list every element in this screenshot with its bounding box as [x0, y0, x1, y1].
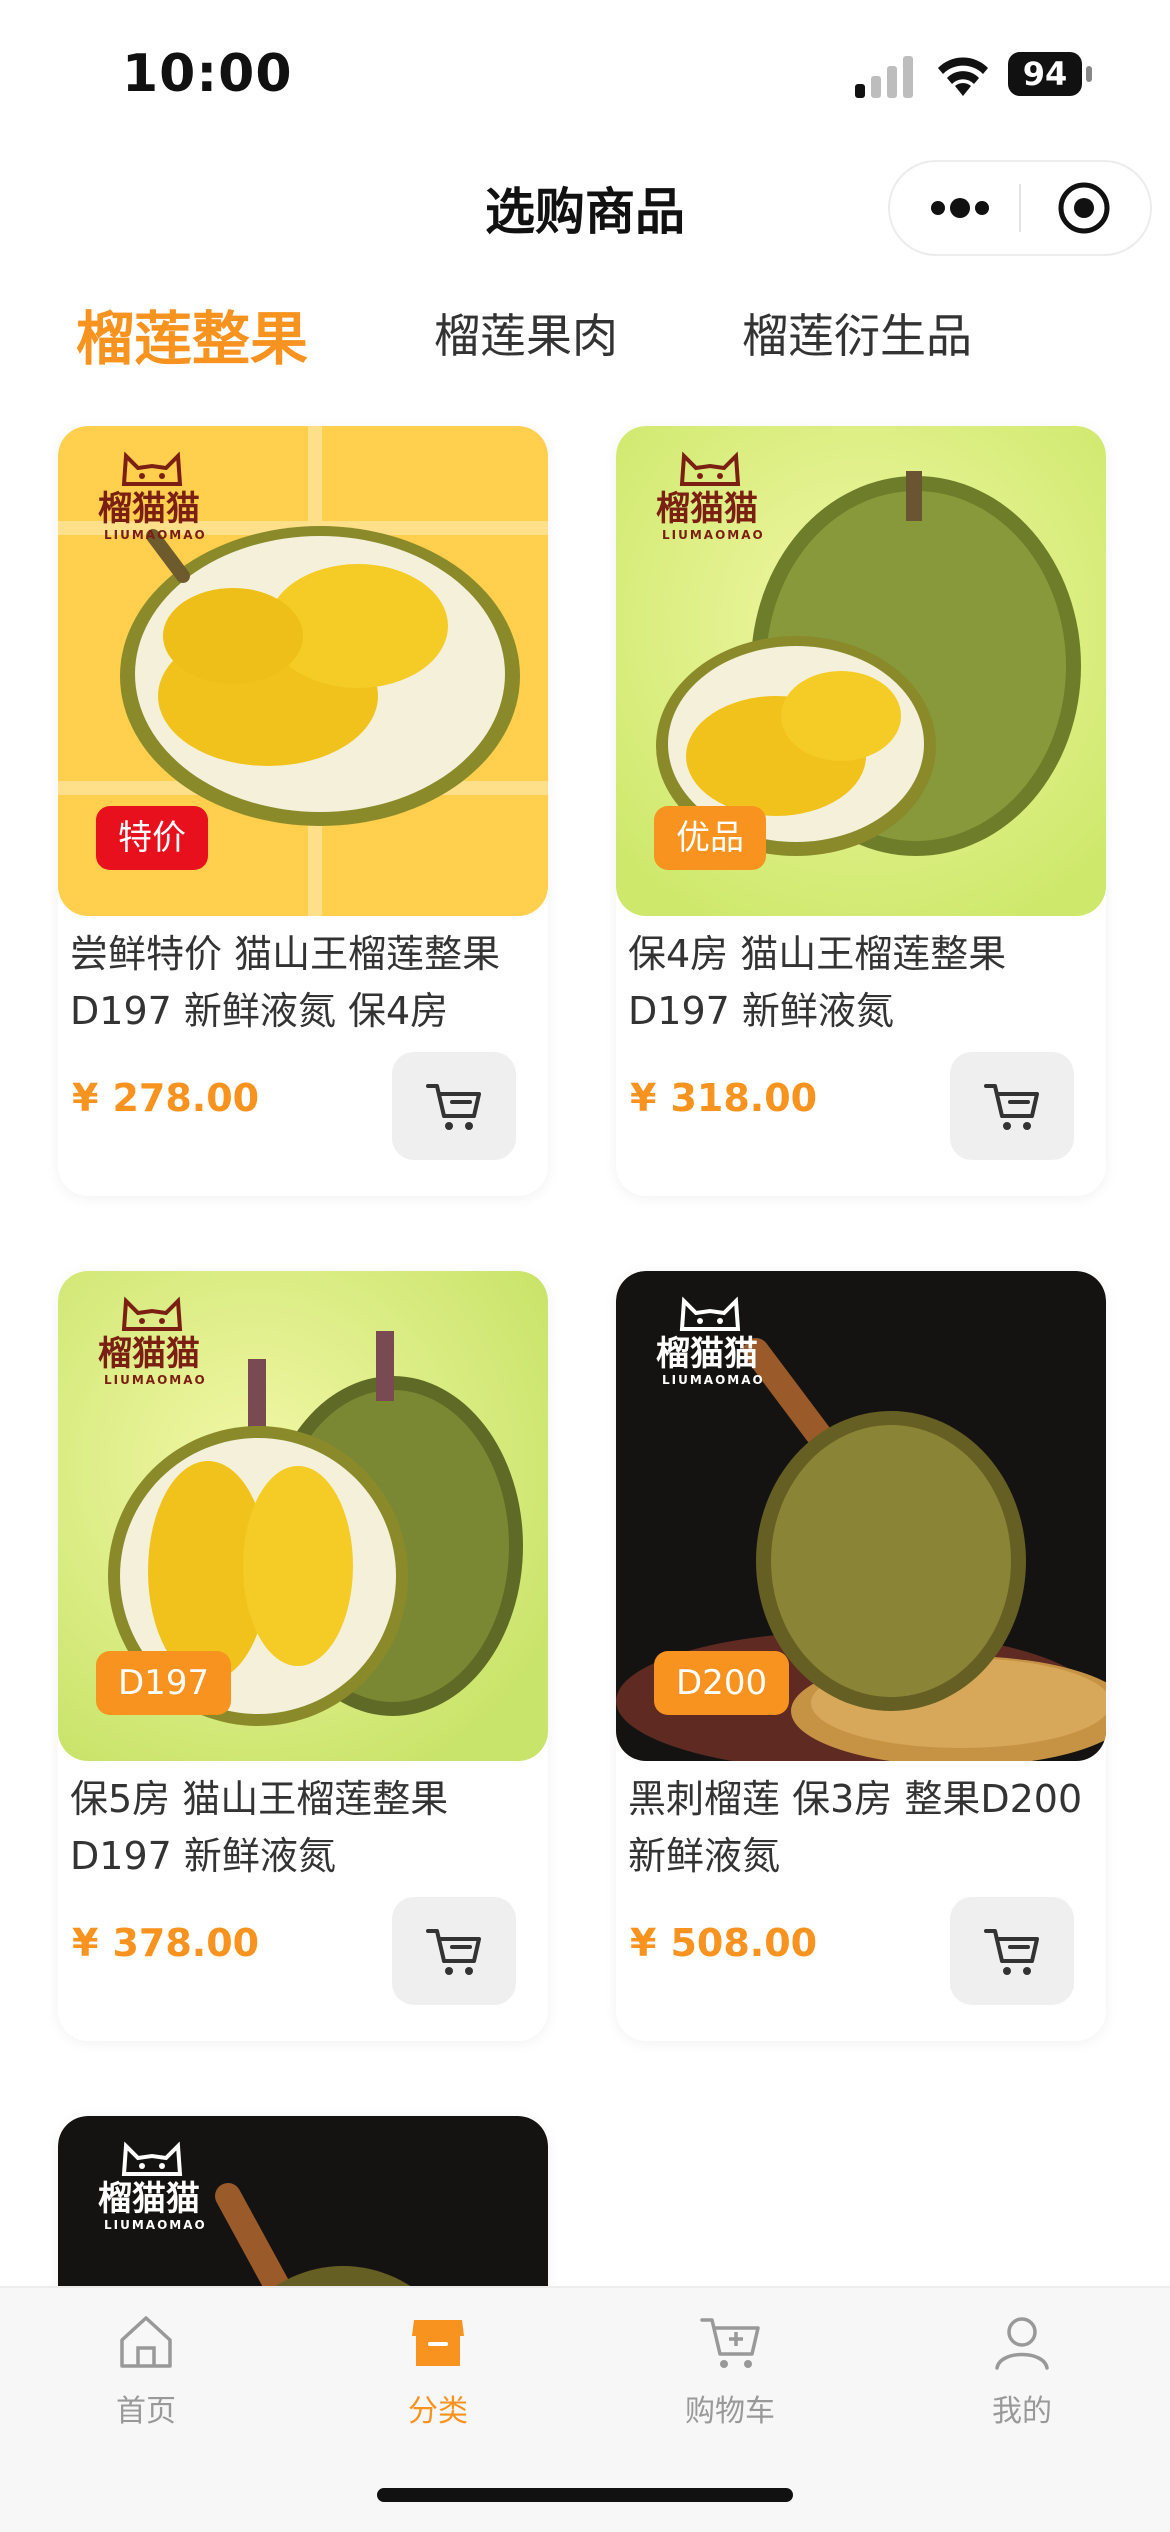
add-to-cart-button[interactable] — [950, 1052, 1074, 1160]
brand-logo: 榴猫猫 LIUMAOMAO — [98, 450, 218, 542]
tab-whole-durian[interactable]: 榴莲整果 — [76, 292, 308, 376]
add-to-cart-button[interactable] — [392, 1897, 516, 2005]
product-card[interactable]: 榴猫猫 LIUMAOMAO D200 黑刺榴莲 保3房 整果D200新鲜液氮 ¥… — [616, 1271, 1106, 2041]
cart-icon — [426, 1929, 481, 1975]
tabbar-me[interactable]: 我的 — [876, 2288, 1168, 2458]
product-image[interactable]: 榴猫猫 LIUMAOMAO 特价 — [58, 426, 548, 916]
variety-badge: D197 — [96, 1651, 232, 1715]
product-price: ¥318.00 — [630, 1076, 818, 1120]
signal-icon — [855, 56, 913, 98]
cart-icon — [426, 1084, 481, 1130]
tabbar-category[interactable]: 分类 — [292, 2288, 584, 2458]
product-card[interactable]: 榴猫猫 LIUMAOMAO D197 保5房 猫山王榴莲整果D197 新鲜液氮 … — [58, 1271, 548, 2041]
product-price: ¥378.00 — [72, 1921, 260, 1965]
product-title[interactable]: 保4房 猫山王榴莲整果D197 新鲜液氮 — [628, 926, 1098, 1040]
status-time: 10:00 — [122, 44, 293, 104]
battery-level: 94 — [1008, 52, 1082, 96]
close-mini-program-icon[interactable] — [1056, 180, 1112, 236]
product-image[interactable]: 榴猫猫 LIUMAOMAO D197 — [58, 1271, 548, 1761]
more-icon[interactable] — [922, 162, 1002, 254]
screen: 10:00 94 选购商品 榴莲整果 榴莲果肉 榴莲衍生品 榴猫猫 LIUMAO… — [0, 0, 1170, 2532]
brand-logo: 榴猫猫 LIUMAOMAO — [656, 1295, 776, 1387]
promo-badge: 特价 — [96, 806, 208, 870]
shop-icon — [412, 2320, 464, 2366]
tab-durian-derivatives[interactable]: 榴莲衍生品 — [742, 300, 972, 366]
brand-logo: 榴猫猫 LIUMAOMAO — [98, 2140, 218, 2232]
promo-badge: 优品 — [654, 806, 766, 870]
status-bar: 10:00 94 — [0, 0, 1170, 150]
user-icon — [995, 2317, 1049, 2370]
home-icon — [120, 2316, 172, 2368]
product-card[interactable]: 榴猫猫 LIUMAOMAO 优品 保4房 猫山王榴莲整果D197 新鲜液氮 ¥3… — [616, 426, 1106, 1196]
tabbar-home[interactable]: 首页 — [0, 2288, 292, 2458]
mini-program-capsule — [888, 160, 1152, 256]
add-to-cart-button[interactable] — [392, 1052, 516, 1160]
product-image[interactable]: 榴猫猫 LIUMAOMAO D200 — [616, 1271, 1106, 1761]
brand-logo: 榴猫猫 LIUMAOMAO — [656, 450, 776, 542]
cart-icon — [984, 1084, 1039, 1130]
wifi-icon — [938, 57, 988, 96]
product-card[interactable]: 榴猫猫 LIUMAOMAO 特价 尝鲜特价 猫山王榴莲整果D197 新鲜液氮 保… — [58, 426, 548, 1196]
tabbar-cart[interactable]: 购物车 — [584, 2288, 876, 2458]
product-title[interactable]: 黑刺榴莲 保3房 整果D200新鲜液氮 — [628, 1771, 1098, 1885]
home-indicator — [377, 2488, 793, 2502]
add-to-cart-button[interactable] — [950, 1897, 1074, 2005]
product-title[interactable]: 保5房 猫山王榴莲整果D197 新鲜液氮 — [70, 1771, 540, 1885]
battery-icon: 94 — [1008, 52, 1092, 96]
tab-durian-flesh[interactable]: 榴莲果肉 — [434, 300, 618, 366]
variety-badge: D200 — [654, 1651, 790, 1715]
cart-icon — [984, 1929, 1039, 1975]
cart-icon — [700, 2318, 760, 2368]
product-title[interactable]: 尝鲜特价 猫山王榴莲整果D197 新鲜液氮 保4房 — [70, 926, 540, 1040]
product-price: ¥278.00 — [72, 1076, 260, 1120]
product-image[interactable]: 榴猫猫 LIUMAOMAO 优品 — [616, 426, 1106, 916]
product-price: ¥508.00 — [630, 1921, 818, 1965]
brand-logo: 榴猫猫 LIUMAOMAO — [98, 1295, 218, 1387]
